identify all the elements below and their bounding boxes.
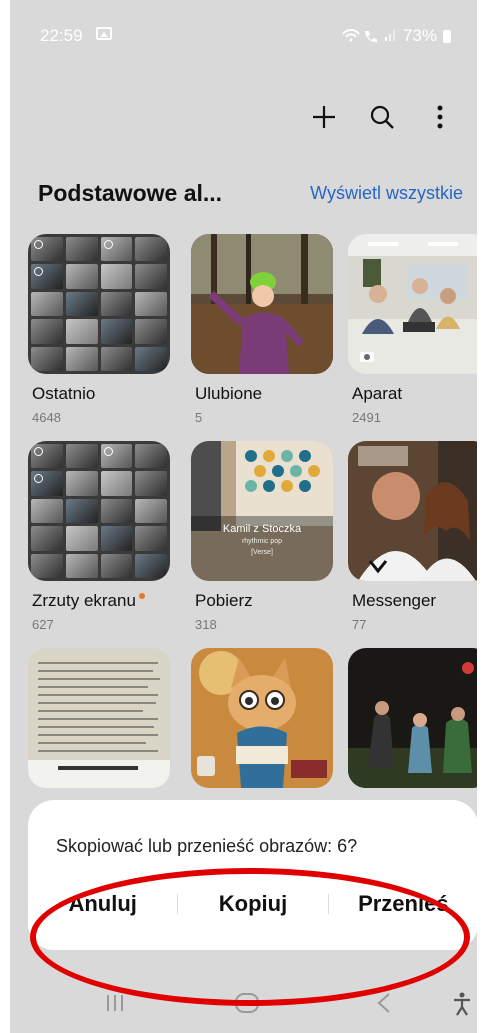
album-count: 627 [32, 617, 54, 632]
album-name: Ostatnio [32, 384, 96, 403]
plus-icon [313, 106, 335, 128]
home-icon [235, 993, 259, 1013]
back-button[interactable] [376, 992, 392, 1019]
section-header: Podstawowe al... Wyświetl wszystkie [38, 180, 463, 212]
recent-apps-button[interactable] [104, 992, 126, 1019]
screenshots-mosaic [28, 441, 170, 581]
copy-button[interactable]: Kopiuj [178, 891, 327, 917]
status-bar: 22:59 73% [10, 0, 477, 70]
album-name: Messenger [352, 591, 437, 610]
status-time: 22:59 [40, 26, 83, 45]
dialog-buttons: Anuluj Kopiuj Przenieś [28, 882, 477, 926]
dialog-message: Skopiować lub przenieść obrazów: 6? [56, 836, 358, 856]
album-thumbnail [28, 234, 170, 374]
toolbar [307, 100, 457, 134]
album-thumbnail [348, 441, 477, 581]
status-right: 73% [341, 26, 451, 46]
navigation-bar [10, 980, 477, 1033]
album-thumbnail [28, 441, 170, 581]
back-icon [377, 993, 390, 1013]
album-count: 318 [195, 617, 217, 632]
album-name: Zrzuty ekranu [32, 591, 145, 611]
screenshots-mosaic [28, 234, 170, 374]
recent-apps-icon [107, 995, 123, 1011]
album-thumbnail: Kamil z Stoczka rhythmic pop [Verse] [191, 441, 333, 581]
album-thumbnail [28, 648, 170, 788]
search-button[interactable] [365, 100, 399, 134]
section-title: Podstawowe al... [38, 180, 223, 206]
accessibility-button[interactable] [452, 992, 472, 1021]
album-thumbnail [191, 648, 333, 788]
add-button[interactable] [307, 100, 341, 134]
album-count: 5 [195, 410, 203, 425]
album-count: 4648 [32, 410, 61, 425]
view-all-link[interactable]: Wyświetl wszystkie [310, 183, 463, 204]
album-count: 2491 [352, 410, 381, 425]
battery-percent: 73% [402, 26, 437, 45]
network-icon [341, 28, 397, 45]
pobierz-thumb-verse: [Verse] [251, 549, 273, 556]
copy-move-dialog: Skopiować lub przenieść obrazów: 6? Anul… [28, 800, 477, 950]
album-count: 77 [352, 617, 367, 632]
album-thumbnail [348, 234, 477, 374]
cancel-button[interactable]: Anuluj [28, 891, 177, 917]
accessibility-icon [454, 992, 470, 1016]
battery-icon [443, 29, 451, 43]
pobierz-thumb-subtitle: rhythmic pop [241, 538, 283, 545]
search-icon [370, 105, 394, 129]
phone-screen: 22:59 73% Podstawowe al... Wyświetl wszy… [10, 0, 477, 1033]
album-thumbnail [191, 234, 333, 374]
album-name: Ulubione [195, 384, 263, 403]
more-vertical-icon [437, 105, 443, 129]
album-thumbnail [348, 648, 477, 788]
pobierz-thumb-title: Kamil z Stoczka [222, 523, 302, 535]
album-name: Aparat [352, 384, 403, 403]
new-items-dot [138, 593, 145, 599]
album-name: Pobierz [195, 591, 253, 610]
gallery-notification-icon [96, 27, 112, 40]
more-options-button[interactable] [423, 100, 457, 134]
home-button[interactable] [234, 992, 260, 1019]
move-button[interactable]: Przenieś [329, 891, 477, 917]
